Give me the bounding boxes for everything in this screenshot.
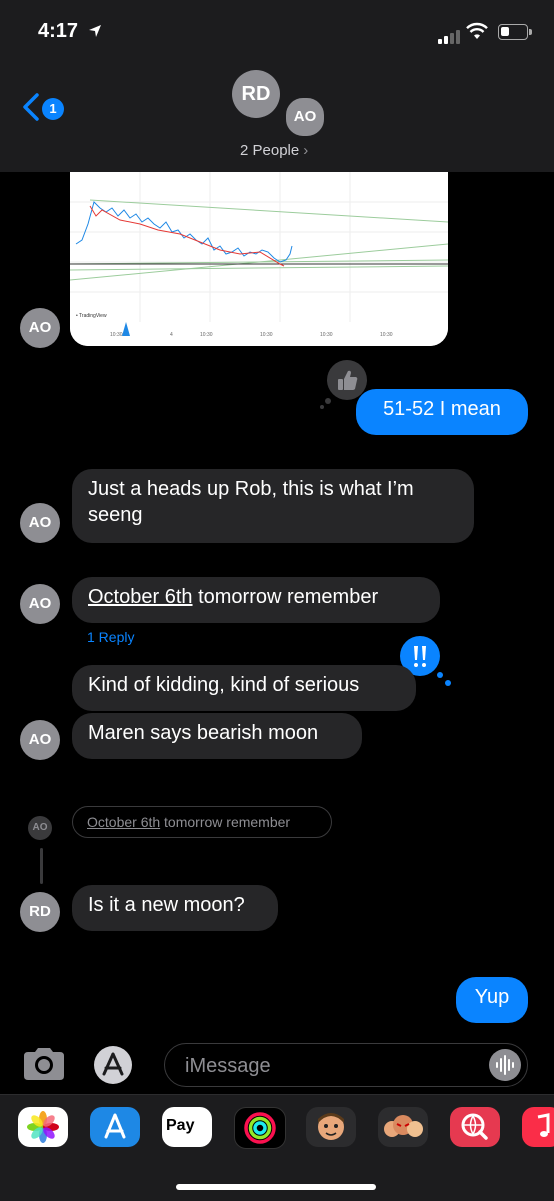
reply-thread-line: [40, 848, 43, 884]
avatar-ao[interactable]: AO: [284, 96, 326, 138]
group-details-link[interactable]: 2 People ›: [240, 142, 308, 159]
avatar-ao-message[interactable]: AO: [20, 720, 60, 760]
photos-app-button[interactable]: [18, 1107, 68, 1147]
app-store-app-button[interactable]: [90, 1107, 140, 1147]
date-link[interactable]: October 6th: [88, 586, 193, 608]
message-incoming[interactable]: Is it a new moon?: [72, 885, 278, 931]
camera-button[interactable]: [22, 1046, 66, 1082]
tapback-tail-icon: [437, 672, 451, 686]
chevron-left-icon: [23, 93, 39, 121]
search-globe-icon: [461, 1113, 488, 1140]
svg-text:10:30: 10:30: [200, 332, 213, 338]
status-time: 4:17: [38, 20, 79, 42]
svg-text:4: 4: [170, 332, 173, 338]
apple-pay-button[interactable]: Pay: [162, 1107, 212, 1147]
quoted-message[interactable]: October 6th tomorrow remember: [72, 806, 332, 838]
memoji-icon: [318, 1113, 344, 1140]
message-text: tomorrow remember: [192, 586, 379, 608]
avatar-ao-message[interactable]: AO: [20, 584, 60, 624]
audio-message-button[interactable]: [489, 1049, 521, 1081]
tapback-tail-icon: [320, 398, 331, 409]
camera-icon: [24, 1048, 64, 1080]
svg-text:• TradingView: • TradingView: [76, 313, 107, 319]
message-incoming[interactable]: October 6th tomorrow remember: [72, 577, 440, 623]
app-store-icon: [102, 1052, 124, 1076]
back-button[interactable]: 1: [22, 92, 72, 128]
message-incoming[interactable]: Maren says bearish moon: [72, 713, 362, 759]
memoji-stickers-icon: [384, 1115, 423, 1137]
svg-text:10:30: 10:30: [110, 332, 123, 338]
app-store-button[interactable]: [94, 1046, 132, 1084]
conversation-header: 1 RD AO 2 People ›: [0, 64, 554, 172]
status-bar: 4:17: [0, 0, 554, 64]
reply-count-link[interactable]: 1 Reply: [87, 629, 134, 645]
app-store-icon: [104, 1113, 126, 1139]
svg-text:10:30: 10:30: [260, 332, 273, 338]
price-chart-thumbnail: • TradingView 10:30 4 10:30 10:30 10:30 …: [70, 172, 448, 346]
apple-pay-label: Pay: [166, 1117, 195, 1134]
location-arrow-icon: [89, 25, 101, 37]
activity-app-button[interactable]: [234, 1107, 286, 1149]
message-input-container: [164, 1043, 528, 1087]
message-outgoing[interactable]: Yup: [456, 977, 528, 1023]
chevron-right-icon: ›: [303, 142, 309, 159]
avatar-ao-message[interactable]: AO: [20, 503, 60, 543]
home-indicator[interactable]: [176, 1184, 376, 1190]
svg-text:10:30: 10:30: [320, 332, 333, 338]
battery-icon: [498, 24, 532, 40]
avatar-rd-message[interactable]: RD: [20, 892, 60, 932]
message-outgoing[interactable]: 51-52 I mean: [356, 389, 528, 435]
activity-rings-icon: [244, 1112, 276, 1144]
message-input[interactable]: [183, 1052, 477, 1080]
message-incoming[interactable]: Just a heads up Rob, this is what I’m se…: [72, 469, 474, 543]
memoji-stickers-button[interactable]: [378, 1107, 428, 1147]
people-label: 2 People: [240, 142, 300, 159]
unread-badge: 1: [42, 98, 64, 120]
message-incoming[interactable]: Kind of kidding, kind of serious: [72, 665, 416, 711]
quoted-date-link: October 6th: [87, 814, 161, 830]
web-search-app-button[interactable]: [450, 1107, 500, 1147]
chart-image-attachment[interactable]: • TradingView 10:30 4 10:30 10:30 10:30 …: [70, 172, 448, 346]
memoji-app-button[interactable]: [306, 1107, 356, 1147]
music-note-icon: [537, 1113, 550, 1137]
wifi-icon: [466, 22, 488, 39]
photos-icon: [27, 1111, 59, 1143]
music-app-button[interactable]: [522, 1107, 554, 1147]
cellular-signal-icon: [438, 26, 462, 44]
avatar-ao-small: AO: [28, 816, 52, 840]
avatar-rd[interactable]: RD: [232, 70, 280, 118]
app-drawer: Pay: [0, 1094, 554, 1201]
waveform-icon: [496, 1055, 514, 1075]
svg-text:10:30: 10:30: [380, 332, 393, 338]
avatar-ao-message[interactable]: AO: [20, 308, 60, 348]
quoted-text: tomorrow remember: [160, 814, 291, 830]
